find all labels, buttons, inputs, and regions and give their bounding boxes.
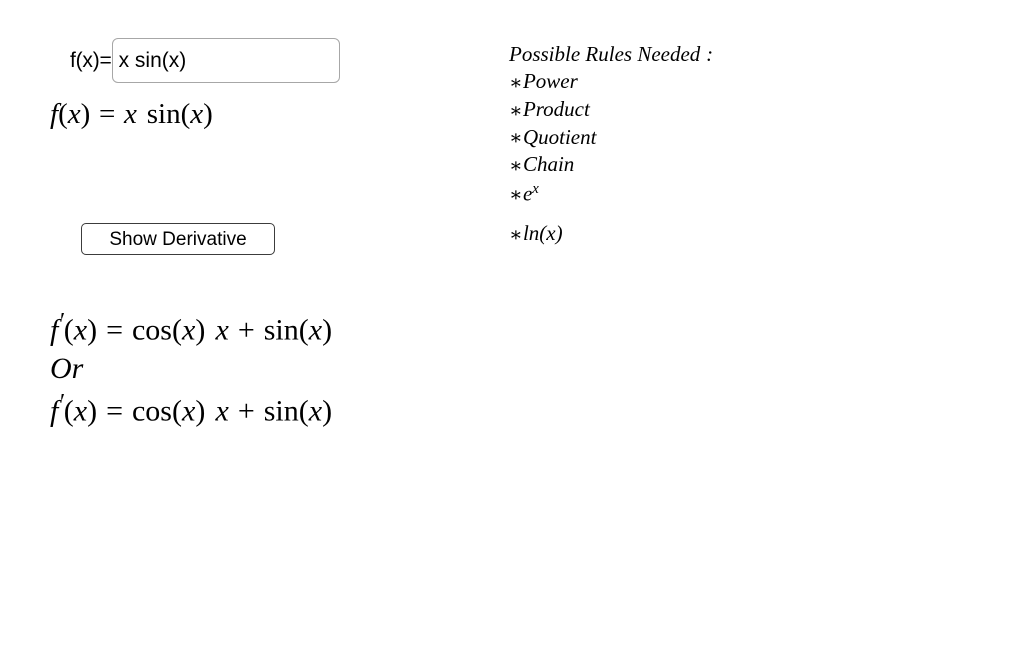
rule-item-label: Chain xyxy=(522,152,575,177)
left-column: f(x)= f(x)=xsin(x) Show Derivative f′(x)… xyxy=(0,0,500,650)
rule-bullet-icon: ∗ xyxy=(509,99,523,122)
derivative1-sin-close-paren: ) xyxy=(322,313,333,347)
function-input-row: f(x)= xyxy=(70,38,340,83)
derivative2-close-paren: ) xyxy=(87,394,98,428)
derivative1-sin-variable: x xyxy=(308,313,323,347)
rule-item-label: Product xyxy=(522,96,590,121)
rules-panel-heading: Possible Rules Needed: xyxy=(509,44,839,65)
derivative2-equals: = xyxy=(106,394,123,428)
function-display-open-paren: ( xyxy=(58,98,68,130)
rule-item-label: ln(x) xyxy=(522,221,563,246)
derivative1-close-paren: ) xyxy=(87,313,98,347)
rule-item-label: Quotient xyxy=(522,124,597,149)
derivative2-sin-name: sin xyxy=(263,394,299,428)
derivative2-sin-variable: x xyxy=(308,394,323,428)
derivative2-cos-close-paren: ) xyxy=(195,394,206,428)
function-display-fname: f xyxy=(50,98,59,130)
derivative2-plus: + xyxy=(237,394,255,428)
derivative1-cos-variable: x xyxy=(181,313,196,347)
function-display-sin-variable: x xyxy=(190,98,204,130)
function-display-variable: x xyxy=(67,98,81,130)
derivative2-mult-variable: x xyxy=(215,394,229,428)
derivative1-cos-close-paren: ) xyxy=(195,313,206,347)
rule-item-product: ∗Product xyxy=(509,96,839,122)
rule-bullet-icon: ∗ xyxy=(509,71,523,94)
derivative1-sin-open-paren: ( xyxy=(298,313,309,347)
derivative2-cos-name: cos xyxy=(131,394,172,428)
function-display-sin-name: sin xyxy=(146,98,181,130)
derivative2-sin-close-paren: ) xyxy=(322,394,333,428)
rule-item-label: Power xyxy=(522,69,578,93)
derivative1-open-paren: ( xyxy=(63,313,74,347)
rule-item-superscript: x xyxy=(532,181,539,197)
function-display-term-variable: x xyxy=(124,98,137,130)
derivative1-equals: = xyxy=(106,313,123,347)
derivative1-sin-name: sin xyxy=(263,313,299,347)
rule-bullet-icon: ∗ xyxy=(509,224,523,247)
rules-panel-heading-text: Possible Rules Needed xyxy=(509,42,701,66)
show-derivative-button[interactable]: Show Derivative xyxy=(81,223,275,255)
derivative1-cos-name: cos xyxy=(131,313,172,347)
derivative-line-2: f′(x) = cos(x) x + sin(x) xyxy=(50,391,333,428)
derivative2-sin-open-paren: ( xyxy=(298,394,309,428)
rule-item-chain: ∗Chain xyxy=(509,154,839,177)
derivative2-cos-variable: x xyxy=(181,394,196,428)
function-display-close-paren: ) xyxy=(80,98,91,130)
rule-item-natural-log: ∗ln(x) xyxy=(509,223,839,246)
derivative-results: f′(x) = cos(x) x + sin(x) Or f′(x) = cos(x) x + si… xyxy=(50,309,333,428)
rules-panel-heading-colon: : xyxy=(706,42,714,66)
derivative2-variable: x xyxy=(73,394,88,428)
rule-bullet-icon: ∗ xyxy=(509,127,523,150)
rule-bullet-icon: ∗ xyxy=(509,155,523,178)
derivative1-mult-variable: x xyxy=(215,313,229,347)
rule-item-power: ∗Power xyxy=(509,71,839,94)
function-input[interactable] xyxy=(111,38,340,83)
derivative-line-1: f′(x) = cos(x) x + sin(x) xyxy=(50,309,333,347)
derivative1-plus: + xyxy=(237,313,255,347)
or-separator: Or xyxy=(50,352,84,386)
function-display-sin-close-paren: ) xyxy=(203,98,213,130)
derivative1-cos-open-paren: ( xyxy=(171,313,182,347)
function-display-equals: = xyxy=(98,98,116,130)
rules-panel: Possible Rules Needed: ∗Power ∗Product ∗… xyxy=(509,44,839,246)
rule-bullet-icon: ∗ xyxy=(509,184,523,207)
derivative2-open-paren: ( xyxy=(63,394,74,428)
derivative2-cos-open-paren: ( xyxy=(171,394,182,428)
function-input-label: f(x)= xyxy=(70,49,112,72)
derivative1-variable: x xyxy=(73,313,88,347)
function-display: f(x) = x sin(x) xyxy=(50,100,213,129)
rule-item-exponential: ∗ex xyxy=(509,182,839,206)
function-display-sin-open-paren: ( xyxy=(180,98,191,130)
rule-item-quotient: ∗Quotient xyxy=(509,124,839,150)
rule-item-label: e xyxy=(522,181,533,206)
